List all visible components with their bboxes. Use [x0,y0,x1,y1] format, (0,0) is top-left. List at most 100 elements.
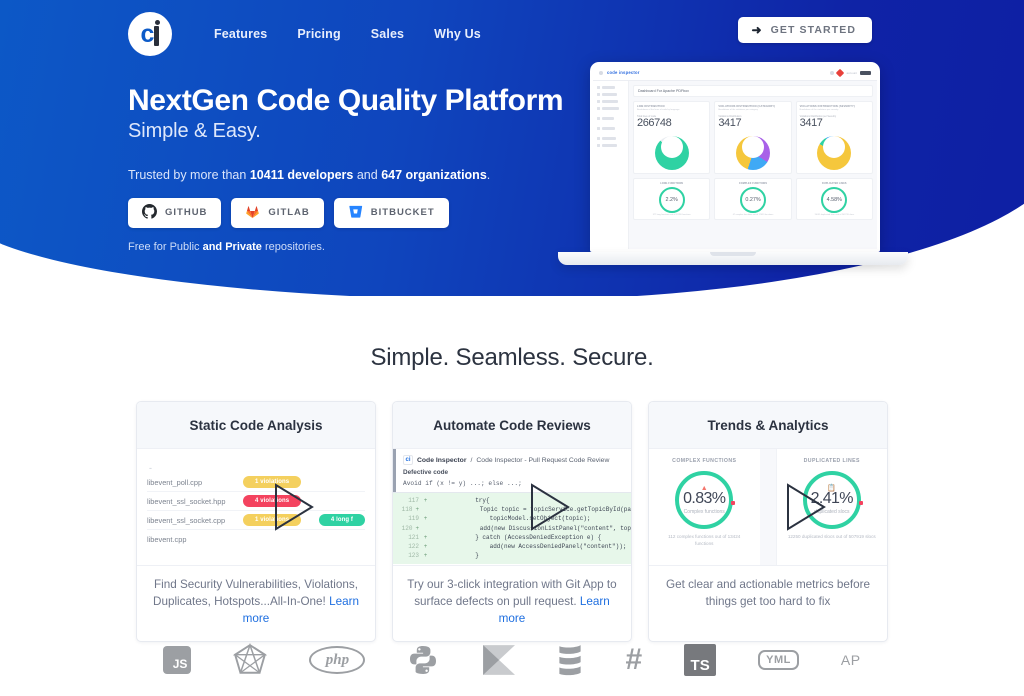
groups-icon [597,93,600,96]
bitbucket-button[interactable]: BITBUCKET [333,197,449,228]
github-button[interactable]: GITHUB [128,197,222,228]
free-note: Free for Public and Private repositories… [128,241,568,253]
list-placeholder: - [149,463,152,473]
typescript-icon: TS [684,638,717,682]
card-footer-text: Get clear and actionable metrics before … [666,578,870,608]
metric-sub: Breakdown of the violations per category [718,109,758,111]
language-selector[interactable] [860,70,871,75]
play-icon[interactable] [237,483,314,531]
diff-sign: + [423,533,428,541]
main-navigation: c Features Pricing Sales Why Us [128,12,481,56]
get-started-button[interactable]: ➜ GET STARTED [738,17,872,43]
small-metric-card: LONG FUNCTIONS 2.2% 377 long functions o… [633,177,711,220]
dashboard-logo-label: code inspector [607,70,640,75]
card-media: - libevent_poll.cpp 1 violations libeven… [137,449,375,565]
php-icon: php [309,638,366,682]
metric-card: VIOLATIONS DISTRIBUTION (CATEGORY) Break… [714,101,792,174]
support-icon [597,144,600,147]
nav-link-pricing[interactable]: Pricing [297,27,340,41]
trend-marker [731,501,736,505]
trusted-suffix: . [486,167,491,182]
play-icon[interactable] [749,483,826,531]
logo-letter-i-dot [155,20,160,25]
metric-sub: Breakdown of the lines of code by langua… [637,109,680,111]
sidebar-item-compare[interactable] [597,107,624,110]
kotlin-icon [481,638,516,682]
nav-link-why-us[interactable]: Why Us [434,27,481,41]
ci-logo-icon[interactable]: c [128,12,172,56]
sidebar-item-label [602,117,614,120]
gitlab-label: GITLAB [268,207,310,219]
pr-branch: Code Inspector - Pull Request Code Revie… [476,456,610,464]
sidebar-item-groups[interactable] [597,93,624,96]
small-metric-label: COMPLEX FUNCTIONS [738,181,768,185]
play-icon[interactable] [493,483,570,531]
metric-card-row: LINE DISTRIBUTION Breakdown of the lines… [633,101,873,174]
feature-cards: Static Code Analysis - libevent_poll.cpp… [0,401,1024,642]
sidebar-item-support[interactable] [597,144,624,147]
diff-code: try{ [432,497,490,504]
trusted-prefix: Trusted by more than [128,167,250,182]
card-footer: Get clear and actionable metrics before … [649,565,887,624]
diff-sign: + [415,524,420,532]
sidebar-item-projects[interactable] [597,100,624,103]
trend-marker [858,501,863,505]
trend-panel: COMPLEX FUNCTIONS ▲ 0.83% Complex functi… [649,449,760,565]
feature-card-automate-code-reviews[interactable]: Automate Code Reviews ci Code Inspector … [392,401,632,642]
nav-link-sales[interactable]: Sales [371,27,404,41]
sidebar-item-home[interactable] [597,86,624,89]
sidebar-item-logout[interactable] [597,127,624,130]
diff-line-number: 118 [401,506,413,514]
csharp-icon: # [625,638,642,682]
yaml-icon: YML [758,638,799,682]
tech-logos-strip: JS php # TS YML AP [0,624,1024,696]
gitlab-icon [245,204,260,222]
ruby-icon [233,638,268,682]
small-metric-foot: 377 long functions out of 17459 function… [652,213,691,216]
trusted-organizations: 647 organizations [381,167,487,182]
pr-repo: Code Inspector [417,456,467,464]
diff-sign: + [423,515,428,523]
sidebar-item-label [602,107,619,110]
ci-logo-icon: ci [403,455,413,465]
php-label: php [309,646,366,674]
sidebar-item-pricing[interactable] [597,137,624,140]
card-title: Automate Code Reviews [393,402,631,449]
file-name: libevent_poll.cpp [147,477,203,487]
repo-provider-buttons: GITHUB GITLAB BITBUCKET [128,197,568,228]
search-icon [830,70,835,75]
feature-card-static-code-analysis[interactable]: Static Code Analysis - libevent_poll.cpp… [136,401,376,642]
metric-sub: Breakdown of the violations per severity [799,109,839,111]
menu-icon [599,70,603,75]
trend-value: 0.83% [683,490,726,507]
donut-chart [817,135,852,170]
diff-line-number: 122 [408,543,419,551]
small-metric-foot: 11091 duplicated slocs out of 242219 slo… [814,213,855,216]
diff-code: add(new AccessDeniedPanel("content")); [432,543,627,551]
apex-icon: AP [841,638,861,682]
gitlab-button[interactable]: GITLAB [231,197,324,228]
trusted-developers: 10411 developers [249,167,354,182]
small-metric-ring: 0.27% [739,186,766,213]
diff-sign: + [423,552,428,560]
laptop-mockup: code inspector account Dashboard For Apa… [558,62,908,274]
trend-foot: 12250 duplicated slocs out of 507919 slo… [787,534,876,539]
javascript-icon: JS [163,638,192,682]
metric-card: VIOLATIONS DISTRIBUTION (SEVERITY) Break… [795,101,873,174]
sidebar-item-label [602,86,615,89]
trend-label: COMPLEX FUNCTIONS [672,458,737,464]
metric-label: LINE DISTRIBUTION [637,105,665,108]
diff-line-number: 119 [408,515,419,523]
nav-link-features[interactable]: Features [214,27,267,41]
trusted-mid: and [353,167,382,182]
defect-label: Defective code [403,469,449,476]
feature-card-trends-analytics[interactable]: Trends & Analytics COMPLEX FUNCTIONS ▲ 0… [648,401,888,642]
card-title: Trends & Analytics [649,402,887,449]
sidebar-item-label [602,100,618,103]
diff-line: 123 + } [393,551,631,560]
typescript-label: TS [684,644,717,676]
sidebar-item-profile[interactable] [597,117,624,120]
metric-card: LINE DISTRIBUTION Breakdown of the lines… [633,101,711,174]
pr-separator: / [470,456,473,464]
small-metric-label: LONG FUNCTIONS [660,181,684,185]
